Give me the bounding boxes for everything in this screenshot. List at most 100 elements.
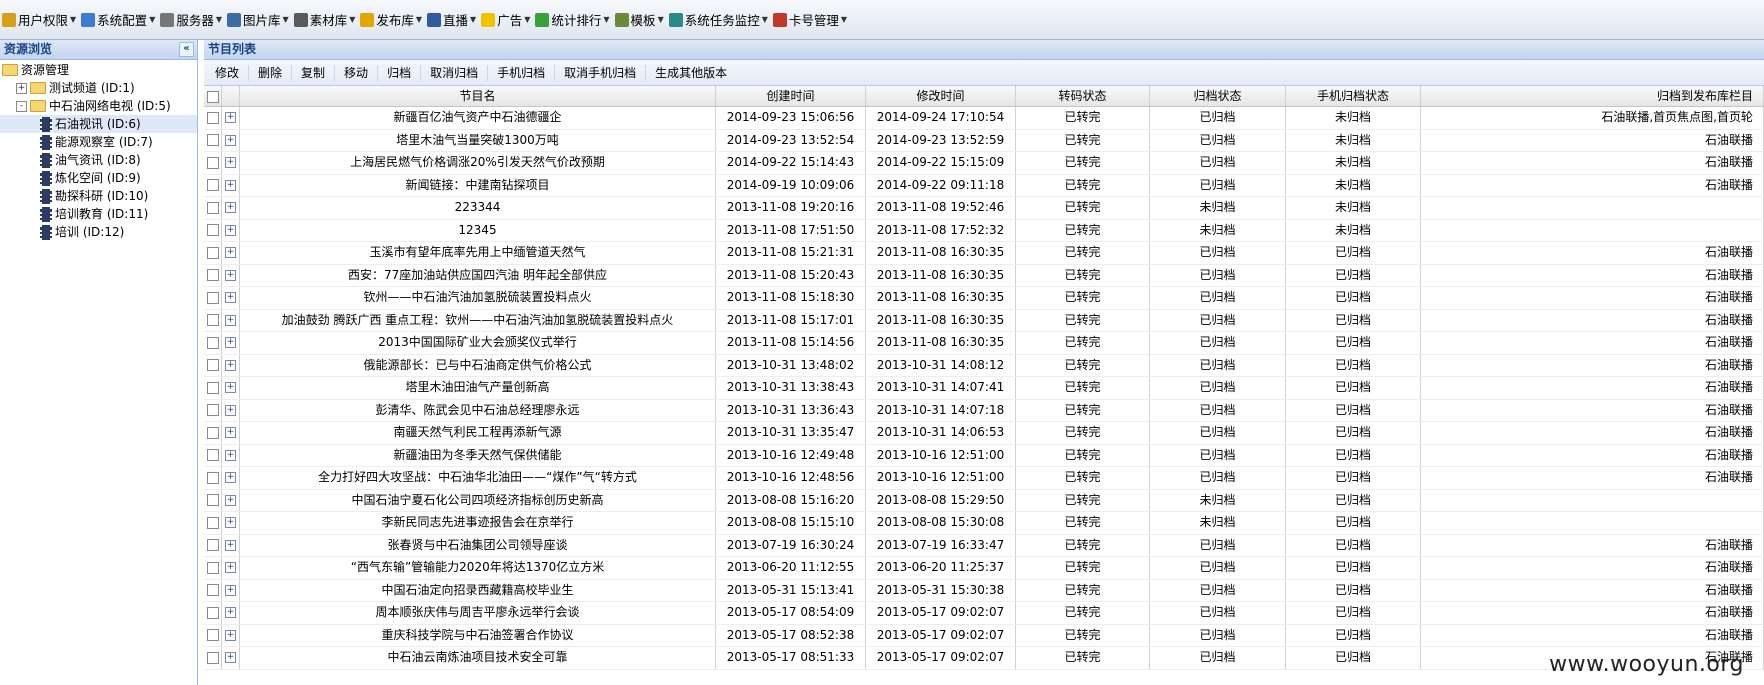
row-checkbox[interactable] — [206, 359, 219, 371]
table-row[interactable]: + 新疆油田为冬季天然气保供储能 2013-10-16 12:49:48 2013-1… — [204, 444, 1764, 467]
expand-plus-icon[interactable]: + — [225, 179, 236, 191]
expand-plus-icon[interactable]: + — [225, 629, 236, 641]
table-row[interactable]: + 重庆科技学院与中石油签署合作协议 2013-05-17 08:52:38 2013… — [204, 624, 1764, 647]
toolbar-button-8[interactable]: 生成其他版本 — [646, 65, 736, 81]
expand-plus-icon[interactable]: + — [225, 607, 236, 618]
toolbar-button-1[interactable]: 删除 — [249, 64, 293, 81]
row-checkbox[interactable] — [206, 134, 219, 146]
toolbar-button-3[interactable]: 移动 — [335, 64, 379, 81]
table-row[interactable]: + 玉溪市有望年底率先用上中缅管道天然气 2013-11-08 15:21:31 20… — [204, 242, 1764, 265]
table-row[interactable]: + 西安：77座加油站供应国四汽油 明年起全部供应 2013-11-08 15:20… — [204, 264, 1764, 287]
toolbar-button-5[interactable]: 取消归档 — [421, 64, 489, 81]
tree-node-7[interactable]: 勘探科研 (ID:10) — [0, 187, 197, 205]
row-checkbox[interactable] — [206, 291, 219, 304]
table-row[interactable]: + 全力打好四大攻坚战：中石油华北油田——“煤作”气“转方式 2013-10-16 … — [204, 467, 1764, 490]
tree-node-3[interactable]: 石油视讯 (ID:6) — [0, 115, 197, 133]
menu-item-11[interactable]: 卡号管理 ▼ — [772, 10, 847, 29]
menu-item-2[interactable]: 服务器 ▼ — [160, 10, 222, 29]
row-checkbox[interactable] — [206, 494, 219, 506]
row-checkbox[interactable] — [206, 539, 219, 551]
row-checkbox[interactable] — [206, 449, 219, 461]
toolbar-button-2[interactable]: 复制 — [292, 64, 336, 81]
tree-node-0[interactable]: 资源管理 — [0, 61, 197, 79]
menu-item-4[interactable]: 素材库 ▼ — [293, 10, 355, 29]
row-checkbox[interactable] — [206, 516, 219, 529]
row-checkbox[interactable] — [206, 201, 219, 214]
table-row[interactable]: +12345 2013-11-08 17:51:50 2013-11-08 17:5… — [204, 219, 1764, 242]
expand-plus-icon[interactable]: + — [225, 652, 236, 663]
menu-item-6[interactable]: 直播 ▼ — [427, 10, 476, 29]
menu-item-9[interactable]: 模板 ▼ — [614, 10, 664, 29]
toolbar-button-0[interactable]: 修改 — [206, 64, 250, 81]
table-row[interactable]: + 塔里木油气当量突破1300万吨 2014-09-23 13:52:54 2014-… — [204, 129, 1764, 152]
toolbar-button-6[interactable]: 手机归档 — [488, 64, 556, 81]
expand-plus-icon[interactable]: + — [225, 247, 236, 258]
row-checkbox[interactable] — [206, 246, 219, 259]
tree-node-8[interactable]: 培训教育 (ID:11) — [0, 205, 197, 223]
menu-item-10[interactable]: 系统任务监控 ▼ — [668, 10, 768, 29]
table-row[interactable]: + 张春贤与中石油集团公司领导座谈 2013-07-19 16:30:24 2013-… — [204, 534, 1764, 557]
column-header-4[interactable]: 归档状态 — [1150, 86, 1286, 106]
expand-plus-icon[interactable]: + — [225, 134, 236, 146]
menu-item-1[interactable]: 系统配置 ▼ — [81, 10, 155, 29]
column-header-1[interactable]: 创建时间 — [716, 86, 866, 106]
tree-node-5[interactable]: 油气资讯 (ID:8) — [0, 151, 197, 169]
table-row[interactable]: + 李新民同志先进事迹报告会在京举行 2013-08-08 15:15:10 2013… — [204, 512, 1764, 535]
row-checkbox[interactable] — [206, 111, 219, 124]
column-header-3[interactable]: 转码状态 — [1016, 86, 1150, 106]
expand-plus-icon[interactable]: + — [225, 472, 236, 483]
table-row[interactable]: + 周本顺张庆伟与周吉平廖永远举行会谈 2013-05-17 08:54:09 201… — [204, 602, 1764, 625]
tree-node-9[interactable]: 培训 (ID:12) — [0, 223, 197, 241]
row-checkbox[interactable] — [206, 426, 219, 439]
tree-node-6[interactable]: 炼化空间 (ID:9) — [0, 169, 197, 187]
table-row[interactable]: + 中国石油定向招录西藏籍高校毕业生 2013-05-31 15:13:41 2013… — [204, 579, 1764, 602]
expand-plus-icon[interactable]: + — [225, 584, 236, 596]
column-header-6[interactable]: 归档到发布库栏目 — [1421, 86, 1764, 106]
menu-item-3[interactable]: 图片库 ▼ — [227, 10, 289, 29]
row-checkbox[interactable] — [206, 629, 219, 641]
expand-plus-icon[interactable]: + — [225, 157, 236, 168]
table-row[interactable]: + 上海居民燃气价格调涨20%引发天然气价改预期 2014-09-22 15:14:… — [204, 152, 1764, 175]
expand-plus-icon[interactable]: + — [225, 112, 236, 123]
row-checkbox[interactable] — [206, 404, 219, 416]
expand-plus-icon[interactable]: + — [225, 224, 236, 236]
column-header-5[interactable]: 手机归档状态 — [1286, 86, 1421, 106]
table-row[interactable]: + 新疆百亿油气资产中石油德疆企 2014-09-23 15:06:56 2014-0… — [204, 107, 1764, 130]
row-checkbox[interactable] — [206, 314, 219, 326]
table-row[interactable]: + 彭清华、陈武会见中石油总经理廖永远 2013-10-31 13:36:43 201… — [204, 399, 1764, 422]
table-row[interactable]: + 新闻链接：中建南钻探项目 2014-09-19 10:09:06 2014-09-… — [204, 174, 1764, 197]
column-header-0[interactable]: 节目名 — [240, 86, 716, 106]
table-row[interactable]: + “西气东输”管输能力2020年将达1370亿立方米 2013-06-20 11:… — [204, 557, 1764, 580]
column-header-2[interactable]: 修改时间 — [866, 86, 1016, 106]
expand-plus-icon[interactable]: + — [225, 314, 236, 326]
table-row[interactable]: +2013中国国际矿业大会颁奖仪式举行 2013-11-08 15:14:56 20… — [204, 332, 1764, 355]
row-checkbox[interactable] — [206, 561, 219, 574]
row-checkbox[interactable] — [206, 224, 219, 236]
tree-node-1[interactable]: + 测试频道 (ID:1) — [0, 79, 197, 97]
expand-plus-icon[interactable]: + — [225, 292, 236, 303]
table-row[interactable]: + 塔里木油田油气产量创新高 2013-10-31 13:38:43 2013-10-… — [204, 377, 1764, 400]
expand-plus-icon[interactable]: + — [225, 269, 236, 281]
menu-item-8[interactable]: 统计排行 ▼ — [535, 10, 610, 29]
expand-plus-icon[interactable]: + — [225, 449, 236, 461]
toolbar-button-7[interactable]: 取消手机归档 — [555, 64, 647, 81]
expand-plus-icon[interactable]: + — [225, 427, 236, 438]
table-row[interactable]: + 钦州——中石油汽油加氢脱硫装置投料点火 2013-11-08 15:18:30 2… — [204, 287, 1764, 310]
expand-plus-icon[interactable]: + — [225, 382, 236, 393]
expand-plus-icon[interactable]: + — [225, 202, 236, 213]
tree-expander-icon[interactable]: + — [16, 82, 27, 94]
tree-expander-icon[interactable]: - — [16, 100, 27, 112]
row-checkbox[interactable] — [206, 336, 219, 349]
expand-plus-icon[interactable]: + — [225, 337, 236, 348]
row-checkbox[interactable] — [206, 584, 219, 596]
tree-node-4[interactable]: 能源观察室 (ID:7) — [0, 133, 197, 151]
table-row[interactable]: + 南疆天然气利民工程再添新气源 2013-10-31 13:35:47 2013-1… — [204, 422, 1764, 445]
table-row[interactable]: + 中石油云南炼油项目技术安全可靠 2013-05-17 08:51:33 2013-… — [204, 647, 1764, 670]
expand-plus-icon[interactable]: + — [225, 539, 236, 551]
expand-plus-icon[interactable]: + — [225, 404, 236, 416]
row-checkbox[interactable] — [206, 606, 219, 619]
expand-plus-icon[interactable]: + — [225, 562, 236, 573]
table-row[interactable]: + 中国石油宁夏石化公司四项经济指标创历史新高 2013-08-08 15:16:2… — [204, 489, 1764, 512]
toolbar-button-4[interactable]: 归档 — [378, 64, 422, 81]
collapse-panel-button[interactable]: « — [179, 42, 194, 57]
